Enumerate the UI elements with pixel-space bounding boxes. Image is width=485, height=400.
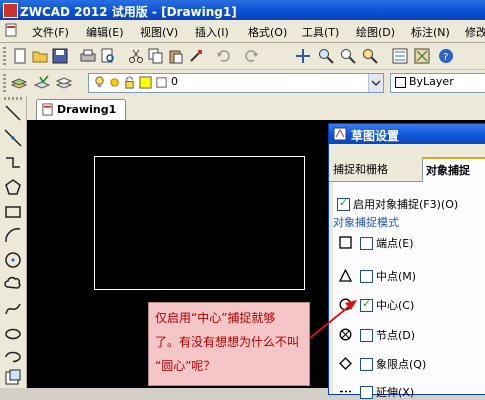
chevron-down-icon[interactable] — [368, 74, 383, 92]
drawing-file-icon — [42, 103, 53, 116]
menu-format[interactable]: 格式(O) — [248, 24, 287, 40]
draw-toolbar — [0, 96, 27, 388]
lock-icon — [125, 76, 134, 89]
sun-icon — [110, 78, 119, 87]
pan-icon[interactable] — [295, 48, 311, 64]
diamond-icon — [339, 357, 352, 370]
color-value: ByLayer — [409, 75, 454, 88]
endpoint-label: 端点(E) — [376, 237, 414, 250]
tab-object-snap[interactable]: 对象捕捉 — [422, 157, 485, 183]
standard-toolbar: ? — [0, 43, 485, 70]
zoom-window-icon[interactable] — [340, 48, 356, 64]
make-object-layer-current-icon[interactable] — [34, 75, 50, 91]
layer-previous-icon[interactable] — [56, 75, 72, 91]
line-icon[interactable] — [4, 104, 22, 122]
menu-dimension[interactable]: 标注(N) — [411, 24, 450, 40]
lightbulb-icon — [95, 76, 104, 88]
svg-text:?: ? — [443, 52, 448, 63]
polyline-icon[interactable] — [4, 154, 22, 172]
plot-icon — [156, 77, 167, 88]
menu-bar: 文件(F) 编辑(E) 视图(V) 插入(I) 格式(O) 工具(T) 绘图(D… — [0, 20, 485, 43]
revcloud-icon[interactable] — [4, 275, 22, 293]
layer-name: 0 — [171, 75, 178, 88]
dialog-title-bar[interactable]: 草图设置 — [329, 124, 485, 144]
node-checkbox[interactable] — [360, 329, 373, 342]
midpoint-label: 中点(M) — [376, 270, 417, 283]
menu-view[interactable]: 视图(V) — [140, 24, 178, 40]
rectangle-icon[interactable] — [4, 203, 22, 221]
title-bar: ZWCAD 2012 试用版 - [Drawing1] — [0, 0, 485, 20]
polygon-icon[interactable] — [4, 178, 22, 196]
tab-drawing1[interactable]: Drawing1 — [36, 99, 126, 120]
save-icon[interactable] — [52, 48, 68, 64]
midpoint-checkbox[interactable] — [360, 270, 373, 283]
enable-osnap-checkbox[interactable] — [337, 196, 350, 211]
layer-color-icon — [139, 76, 152, 89]
tab-label: Drawing1 — [57, 103, 117, 116]
tab-snap-and-grid[interactable]: 捕捉和栅格 — [333, 161, 388, 181]
triangle-icon — [339, 269, 352, 282]
properties-icon[interactable] — [392, 48, 408, 64]
help-icon[interactable]: ? — [438, 48, 454, 64]
arc-icon[interactable] — [4, 227, 22, 245]
new-icon[interactable] — [12, 48, 28, 64]
open-icon[interactable] — [32, 48, 48, 64]
snap-modes-group-title: 对象捕捉模式 — [333, 216, 399, 229]
dialog-title: 草图设置 — [351, 129, 400, 143]
document-tab-strip: Drawing1 — [27, 96, 485, 120]
menu-tools[interactable]: 工具(T) — [302, 24, 339, 40]
dialog-app-icon — [333, 127, 347, 141]
window-title: ZWCAD 2012 试用版 - [Drawing1] — [20, 5, 237, 19]
node-label: 节点(D) — [376, 329, 416, 342]
zoom-previous-icon[interactable] — [362, 48, 378, 64]
extension-icon — [340, 390, 351, 393]
quadrant-label: 象限点(Q) — [376, 358, 427, 371]
toolbar-grip[interactable] — [4, 97, 22, 100]
center-label: 中心(C) — [376, 299, 415, 312]
quadrant-checkbox[interactable] — [360, 358, 373, 371]
menu-edit[interactable]: 编辑(E) — [86, 24, 124, 40]
toolbar-grip[interactable] — [3, 47, 6, 65]
paste-icon[interactable] — [168, 48, 184, 64]
menu-draw[interactable]: 绘图(D) — [356, 24, 395, 40]
extension-label: 延伸(X) — [376, 386, 415, 399]
document-icon — [5, 23, 17, 37]
match-properties-icon[interactable] — [188, 48, 204, 64]
layer-dropdown[interactable]: 0 — [88, 73, 384, 93]
circle-icon — [339, 298, 352, 311]
center-checkbox[interactable] — [360, 297, 373, 312]
layers-toolbar: 0 ByLayer — [0, 70, 485, 97]
color-swatch — [395, 77, 406, 88]
node-icon — [339, 328, 352, 341]
object-snap-page: 启用对象捕捉(F3)(O) 对象捕捉模式 端点(E) 中点(M) 中心(C) 节… — [333, 182, 485, 399]
undo-icon[interactable] — [216, 48, 232, 64]
drafting-settings-dialog: 草图设置 捕捉和栅格 对象捕捉 启用对象捕捉(F3)(O) 对象捕捉模式 端点(… — [328, 123, 485, 399]
menu-modify[interactable]: 修改 — [465, 24, 485, 40]
design-center-icon[interactable] — [414, 48, 430, 64]
annotation-callout: 仅启用“中心”捕捉就够 了。有没有想想为什么不叫 “圆心”呢？ — [148, 302, 310, 386]
copy-icon[interactable] — [148, 48, 164, 64]
app-logo-icon — [3, 3, 18, 18]
menu-insert[interactable]: 插入(I) — [195, 24, 229, 40]
redo-icon[interactable] — [243, 48, 259, 64]
enable-osnap-label: 启用对象捕捉(F3)(O) — [353, 198, 459, 211]
circle-icon[interactable] — [4, 251, 22, 269]
toolbar-grip[interactable] — [3, 74, 6, 92]
drawn-rectangle[interactable] — [94, 156, 305, 290]
endpoint-checkbox[interactable] — [360, 237, 373, 250]
menu-file[interactable]: 文件(F) — [32, 24, 69, 40]
layer-manager-icon[interactable] — [11, 75, 27, 91]
square-icon — [339, 236, 352, 249]
cut-icon[interactable] — [128, 48, 144, 64]
color-control[interactable]: ByLayer — [390, 73, 485, 93]
zoom-realtime-icon[interactable] — [318, 48, 334, 64]
ellipse-arc-icon[interactable] — [4, 348, 22, 366]
xline-icon[interactable] — [4, 129, 22, 147]
print-preview-icon[interactable] — [100, 48, 116, 64]
insert-block-icon[interactable] — [4, 368, 22, 386]
callout-text: 仅启用“中心”捕捉就够 了。有没有想想为什么不叫 “圆心”呢？ — [155, 311, 300, 373]
spline-icon[interactable] — [4, 300, 22, 318]
print-icon[interactable] — [80, 48, 96, 64]
ellipse-icon[interactable] — [4, 325, 22, 343]
